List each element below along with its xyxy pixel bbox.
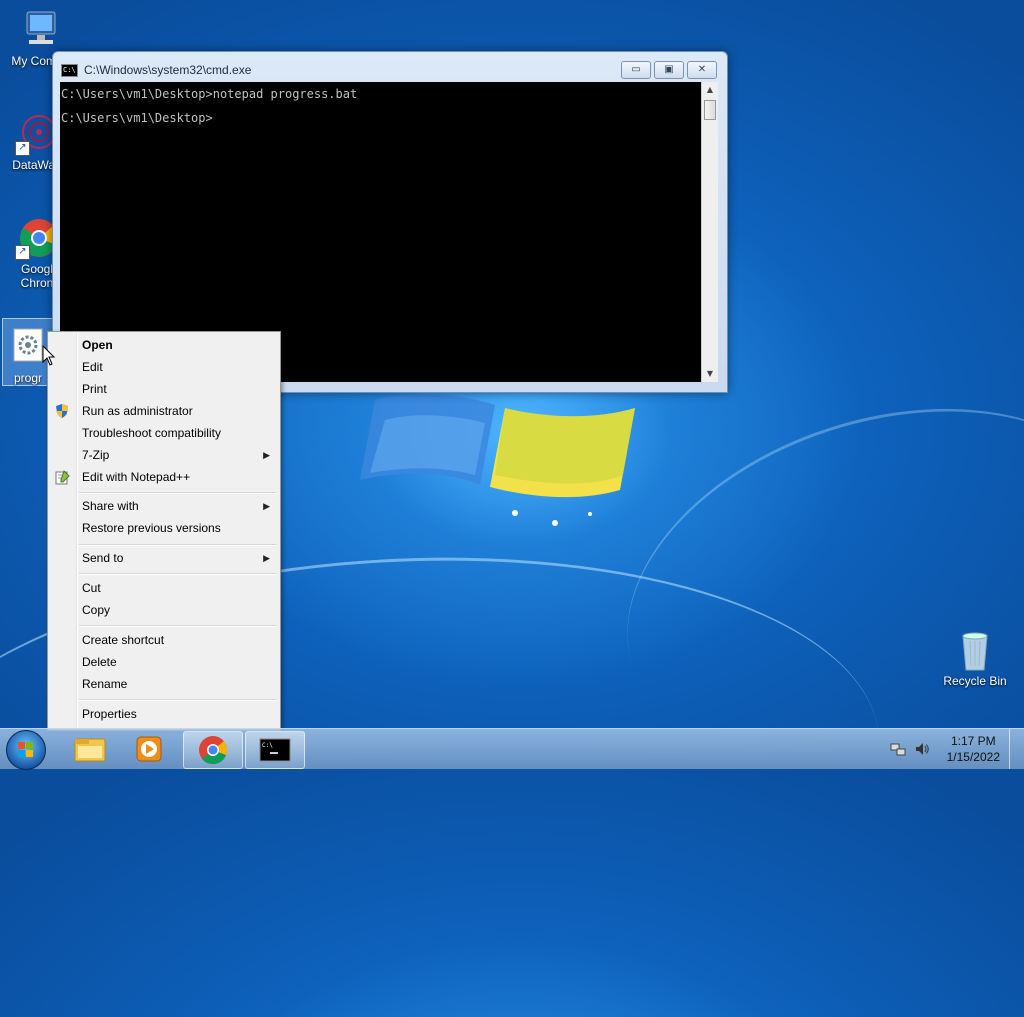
submenu-arrow-icon: ▶	[263, 450, 270, 460]
taskbar-cmd-button[interactable]: C:\	[245, 731, 305, 769]
menu-item-label: Edit	[82, 360, 103, 374]
shortcut-arrow-icon: ↗	[15, 141, 30, 156]
window-title: C:\Windows\system32\cmd.exe	[84, 63, 252, 77]
menu-separator	[79, 544, 276, 546]
system-clock[interactable]: 1:17 PM 1/15/2022	[947, 733, 1000, 765]
cmd-icon: C:\	[259, 738, 291, 762]
computer-icon	[15, 8, 59, 52]
minimize-button[interactable]: ▭	[621, 61, 651, 79]
menu-item-label: Run as administrator	[82, 404, 193, 418]
taskbar-chrome-button[interactable]	[183, 731, 243, 769]
clock-date: 1/15/2022	[946, 750, 1000, 764]
menu-item-label: Cut	[82, 581, 101, 595]
console-line: C:\Users\vm1\Desktop>	[61, 111, 213, 125]
menu-item-label: Rename	[82, 677, 128, 691]
chrome-icon	[199, 736, 228, 765]
desktop-icon-label: Recycle Bin	[943, 674, 1007, 688]
svg-text:C:\: C:\	[262, 742, 273, 749]
menu-item-label: Create shortcut	[82, 633, 165, 647]
menu-item-run-as-administrator[interactable]: Run as administrator	[50, 400, 278, 422]
submenu-arrow-icon: ▶	[263, 501, 270, 511]
scroll-up-icon[interactable]: ▲	[702, 82, 718, 98]
submenu-arrow-icon: ▶	[263, 553, 270, 563]
menu-item-label: Edit with Notepad++	[82, 470, 191, 484]
menu-item-edit[interactable]: Edit	[50, 356, 278, 378]
vertical-scrollbar[interactable]: ▲ ▼	[701, 82, 718, 382]
menu-item-rename[interactable]: Rename	[50, 673, 278, 695]
menu-item-create-shortcut[interactable]: Create shortcut	[50, 629, 278, 651]
menu-item-label: Restore previous versions	[82, 521, 221, 535]
menu-item-label: Open	[82, 338, 113, 352]
console-line: C:\Users\vm1\Desktop>notepad progress.ba…	[61, 87, 358, 101]
menu-item-cut[interactable]: Cut	[50, 577, 278, 599]
menu-item-print[interactable]: Print	[50, 378, 278, 400]
context-menu[interactable]: Open Edit Print Run as administrator Tro…	[47, 331, 281, 731]
explorer-icon	[74, 738, 106, 762]
menu-item-label: 7-Zip	[82, 448, 110, 462]
scroll-thumb[interactable]	[704, 100, 716, 120]
menu-item-label: Share with	[82, 499, 139, 513]
menu-item-label: Troubleshoot compatibility	[82, 426, 221, 440]
menu-item-label: Properties	[82, 707, 137, 721]
media-player-icon	[136, 736, 162, 762]
shortcut-arrow-icon: ↗	[15, 245, 30, 260]
close-button[interactable]: ✕	[687, 61, 717, 79]
window-titlebar[interactable]: C:\ C:\Windows\system32\cmd.exe	[61, 61, 251, 79]
shield-icon	[56, 404, 68, 418]
menu-item-7zip[interactable]: 7-Zip ▶	[50, 444, 278, 466]
volume-icon[interactable]	[914, 741, 930, 757]
mouse-cursor-icon	[42, 345, 56, 366]
menu-item-restore-previous-versions[interactable]: Restore previous versions	[50, 517, 278, 539]
menu-item-properties[interactable]: Properties	[50, 703, 278, 725]
scroll-down-icon[interactable]: ▼	[702, 366, 718, 382]
desktop-icon-label: progr	[13, 371, 42, 385]
desktop-icon-recycle-bin[interactable]: Recycle Bin	[938, 628, 1012, 688]
menu-item-copy[interactable]: Copy	[50, 599, 278, 621]
menu-item-send-to[interactable]: Send to ▶	[50, 547, 278, 569]
menu-separator	[79, 625, 276, 627]
clock-time: 1:17 PM	[950, 734, 996, 748]
menu-separator	[79, 492, 276, 494]
menu-item-open[interactable]: Open	[50, 334, 278, 356]
recycle-bin-icon	[953, 628, 997, 672]
maximize-button[interactable]: ▣	[654, 61, 684, 79]
notepad-plus-plus-icon	[55, 470, 70, 485]
windows-flag-icon	[18, 742, 33, 757]
menu-separator	[79, 573, 276, 575]
taskbar-explorer-button[interactable]	[61, 731, 119, 767]
menu-separator	[79, 699, 276, 701]
taskbar-media-player-button[interactable]	[121, 731, 179, 767]
menu-item-edit-with-notepad-plus-plus[interactable]: Edit with Notepad++	[50, 466, 278, 488]
taskbar: C:\ 1:17 PM 1/15/2022	[0, 728, 1024, 770]
menu-item-troubleshoot-compatibility[interactable]: Troubleshoot compatibility	[50, 422, 278, 444]
cmd-icon: C:\	[61, 63, 78, 77]
menu-item-label: Delete	[82, 655, 117, 669]
start-button[interactable]	[6, 730, 46, 770]
menu-item-share-with[interactable]: Share with ▶	[50, 495, 278, 517]
menu-item-label: Print	[82, 382, 107, 396]
menu-item-label: Send to	[82, 551, 124, 565]
network-icon[interactable]	[890, 741, 906, 757]
show-desktop-button[interactable]	[1009, 729, 1024, 769]
menu-item-delete[interactable]: Delete	[50, 651, 278, 673]
windows-logo	[360, 394, 635, 526]
menu-item-label: Copy	[82, 603, 111, 617]
